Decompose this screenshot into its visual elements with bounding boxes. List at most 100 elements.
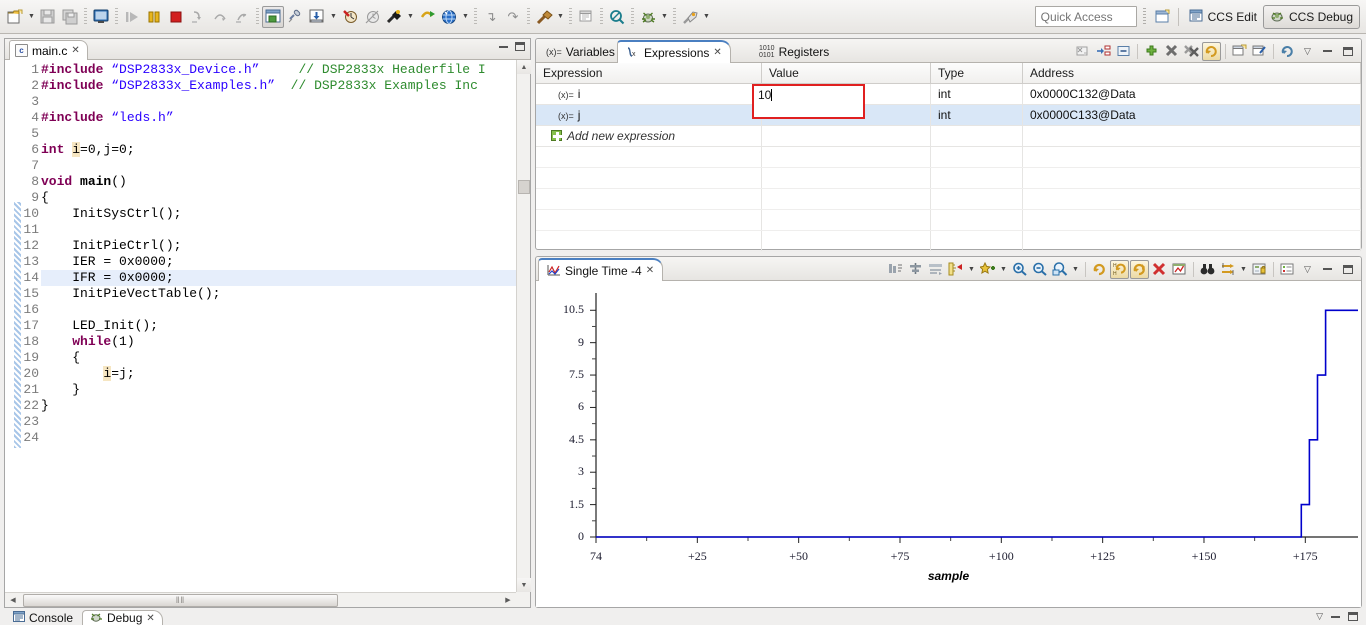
launch-dropdown-arrow[interactable]: ▼	[701, 6, 712, 28]
refresh-icon[interactable]	[1278, 42, 1297, 61]
pin-view-icon[interactable]	[1250, 42, 1269, 61]
code-line[interactable]: int i=0,j=0;	[41, 142, 135, 158]
code-line[interactable]: {	[41, 190, 49, 206]
tab-registers[interactable]: 1010 0101 Registers	[751, 40, 837, 63]
new-perspective-icon[interactable]	[1152, 6, 1174, 28]
zoom-out-icon[interactable]	[1030, 260, 1049, 279]
console-icon[interactable]	[90, 6, 112, 28]
new-window-icon[interactable]	[575, 6, 597, 28]
scroll-left-icon[interactable]: ◀	[5, 594, 21, 607]
sync-dropdown-arrow[interactable]: ▼	[1238, 260, 1249, 279]
expressions-table[interactable]: Expression Value Type Address (x)=i10int…	[536, 63, 1361, 252]
data-format-icon[interactable]	[926, 260, 945, 279]
table-row[interactable]: (x)=i10int0x0000C132@Data	[536, 84, 1361, 105]
close-icon[interactable]: ✕	[646, 265, 654, 276]
refresh-graph-icon[interactable]	[1090, 260, 1109, 279]
tab-single-time[interactable]: Single Time -4 ✕	[538, 258, 664, 281]
add-new-expression-row[interactable]: Add new expression	[536, 126, 1361, 147]
maximize-icon[interactable]	[1338, 42, 1357, 61]
bottom-view-menu-icon[interactable]: ▽	[1316, 611, 1323, 622]
save-all-icon[interactable]	[59, 6, 81, 28]
tab-expressions[interactable]: x Expressions ✕	[617, 40, 731, 63]
build-hammer-icon[interactable]	[533, 6, 555, 28]
load-dropdown-arrow[interactable]: ▼	[328, 6, 339, 28]
code-line[interactable]: InitPieCtrl();	[41, 238, 181, 254]
code-line[interactable]: }	[41, 398, 49, 414]
value-edit-input[interactable]: 10	[752, 84, 865, 119]
quick-access-input[interactable]	[1034, 6, 1137, 27]
graph-properties-icon[interactable]	[886, 260, 905, 279]
tab-variables[interactable]: (x)= Variables	[538, 40, 623, 63]
code-area[interactable]: 1 #include “DSP2833x_Device.h” // DSP2833…	[5, 60, 530, 607]
editor-vertical-scrollbar[interactable]: ▲ ▼	[516, 60, 531, 592]
save-icon[interactable]	[37, 6, 59, 28]
measurement-dropdown-arrow[interactable]: ▼	[966, 260, 977, 279]
binoculars-icon[interactable]	[1198, 260, 1217, 279]
remove-all-watch-icon[interactable]	[1074, 42, 1093, 61]
clock-icon[interactable]	[361, 6, 383, 28]
close-icon[interactable]: ✕	[71, 45, 79, 56]
horizontal-scroll-thumb[interactable]: ‖‖	[23, 593, 338, 607]
view-menu-list-icon[interactable]	[1278, 260, 1297, 279]
graph-view-menu-icon[interactable]: ▽	[1298, 260, 1317, 279]
vertical-scroll-thumb[interactable]	[518, 180, 530, 194]
code-line[interactable]: }	[41, 382, 80, 398]
perspective-ccs-debug[interactable]: CCS Debug	[1262, 4, 1360, 29]
code-line[interactable]: IER = 0x0000;	[41, 254, 173, 270]
lock-icon[interactable]	[1250, 260, 1269, 279]
continuous-refresh-graph-icon[interactable]	[1130, 259, 1149, 279]
new-view-icon[interactable]	[1230, 42, 1249, 61]
globe-dropdown-arrow[interactable]: ▼	[460, 6, 471, 28]
load-program-icon[interactable]	[306, 6, 328, 28]
editor-horizontal-scrollbar[interactable]: ◀ ‖‖ ▶	[5, 592, 516, 607]
code-line[interactable]: i=j;	[41, 366, 135, 382]
search-icon[interactable]	[606, 6, 628, 28]
code-line[interactable]: while(1)	[41, 334, 134, 350]
column-header-expression[interactable]: Expression	[536, 63, 762, 83]
cell-address[interactable]: 0x0000C132@Data	[1023, 84, 1361, 104]
align-center-icon[interactable]	[906, 260, 925, 279]
resume-icon[interactable]	[121, 6, 143, 28]
cell-expression[interactable]: (x)= i	[536, 84, 762, 104]
watch-icon[interactable]	[339, 6, 361, 28]
step-into-2-icon[interactable]: ↴	[480, 6, 502, 28]
code-line[interactable]: #include “DSP2833x_Device.h” // DSP2833x…	[41, 62, 486, 78]
close-icon[interactable]: ✕	[713, 47, 721, 58]
terminate-icon[interactable]	[165, 6, 187, 28]
code-line[interactable]: IFR = 0x0000;	[41, 270, 173, 286]
hold-graph-icon[interactable]: HH	[1110, 259, 1129, 279]
launch-rocket-icon[interactable]	[679, 6, 701, 28]
perspective-ccs-edit[interactable]: CCS Edit	[1183, 5, 1263, 29]
new-dropdown-arrow[interactable]: ▼	[26, 6, 37, 28]
code-line[interactable]: #include “leds.h”	[41, 110, 174, 126]
continuous-refresh-icon[interactable]	[1202, 41, 1221, 61]
tab-debug[interactable]: Debug ✕	[82, 610, 163, 625]
collapse-all-icon[interactable]	[1114, 42, 1133, 61]
sync-icon[interactable]	[1218, 260, 1237, 279]
debug-bug-icon[interactable]	[637, 6, 659, 28]
zoom-fit-icon[interactable]	[1050, 260, 1069, 279]
profile-dropdown-arrow[interactable]: ▼	[405, 6, 416, 28]
remove-all-expressions-icon[interactable]	[1182, 42, 1201, 61]
code-line[interactable]: InitPieVectTable();	[41, 286, 220, 302]
graph-plot-area[interactable]: 0 1.5 3 4.5 6 7.5 9 10.5 74 +25 +50 +75 +100 +125 +15…	[536, 281, 1361, 607]
maximize-icon[interactable]	[515, 42, 525, 51]
zoom-in-icon[interactable]	[1010, 260, 1029, 279]
minimize-icon[interactable]	[1318, 42, 1337, 61]
cell-type[interactable]: int	[931, 105, 1023, 125]
new-file-icon[interactable]	[4, 6, 26, 28]
remove-expression-icon[interactable]	[1162, 42, 1181, 61]
export-graph-icon[interactable]	[1170, 260, 1189, 279]
run-icon[interactable]	[416, 6, 438, 28]
profile-icon[interactable]	[383, 6, 405, 28]
graph-minimize-icon[interactable]	[1318, 260, 1337, 279]
minimize-icon[interactable]	[499, 45, 508, 48]
add-marker-dropdown-arrow[interactable]: ▼	[998, 260, 1009, 279]
add-marker-icon[interactable]	[978, 260, 997, 279]
disconnect-icon[interactable]	[284, 6, 306, 28]
build-dropdown-arrow[interactable]: ▼	[555, 6, 566, 28]
restart-icon[interactable]	[262, 5, 284, 28]
code-line[interactable]: {	[41, 350, 80, 366]
scroll-up-icon[interactable]: ▲	[517, 60, 531, 74]
add-expression-icon[interactable]	[1142, 42, 1161, 61]
